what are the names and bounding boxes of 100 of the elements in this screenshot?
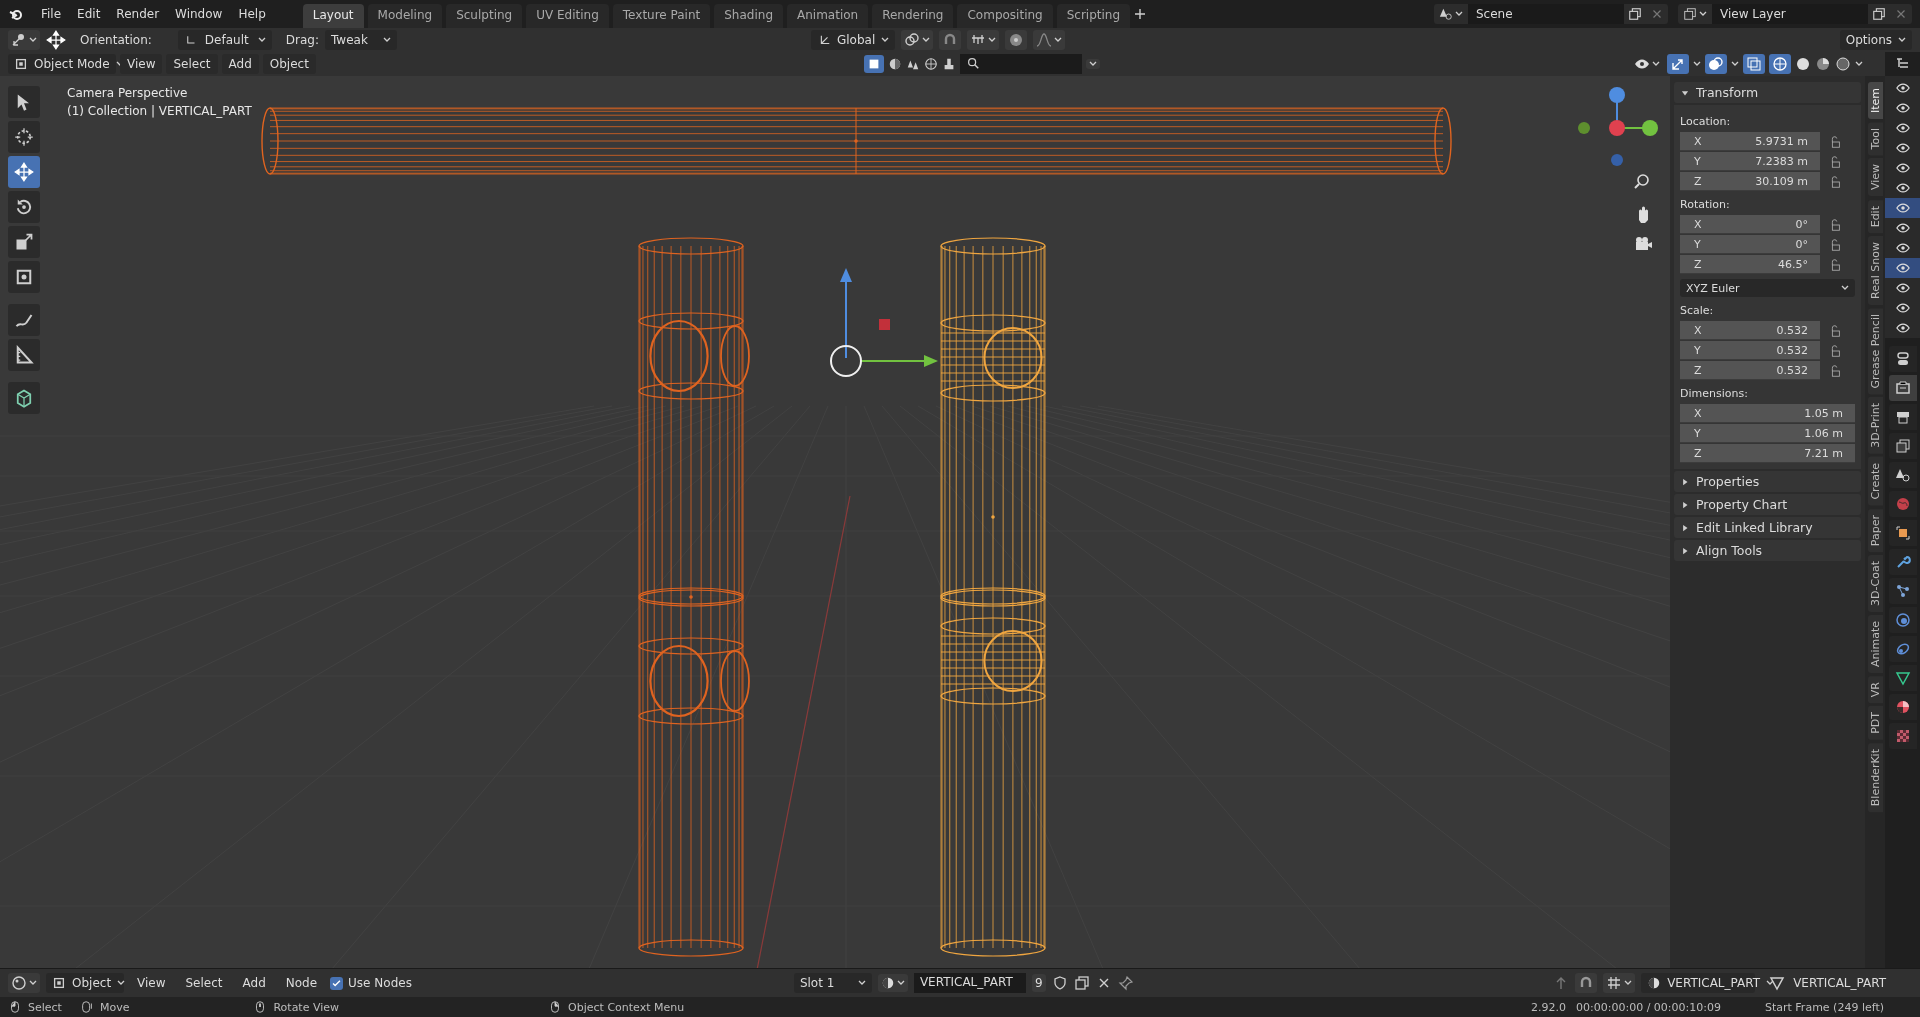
select-mode-button[interactable] (863, 55, 884, 73)
wireframe-shading-button[interactable] (1769, 54, 1791, 74)
workspace-tab[interactable]: UV Editing (526, 4, 609, 28)
workspace-tab[interactable]: Animation (787, 4, 869, 28)
workspace-tab[interactable]: Texture Paint (612, 4, 711, 28)
material-sphere-icon[interactable] (1815, 56, 1831, 72)
drag-dropdown[interactable]: Tweak (325, 30, 397, 50)
pivot-dropdown[interactable] (901, 30, 934, 50)
snap-toggle[interactable] (939, 30, 962, 50)
properties-tab[interactable] (1888, 636, 1917, 662)
transform-orientation-dropdown[interactable]: Global (811, 30, 896, 50)
menu-item[interactable]: File (34, 4, 69, 24)
panel-header[interactable]: Property Chart (1674, 494, 1861, 515)
rendered-sphere-icon[interactable] (1835, 56, 1851, 72)
use-nodes-checkbox[interactable] (330, 976, 344, 990)
material-browse-button[interactable] (877, 974, 908, 992)
menu-item[interactable]: Render (109, 4, 167, 24)
panel-header[interactable]: Properties (1674, 471, 1861, 492)
hand-icon[interactable] (1639, 206, 1648, 223)
tool-button[interactable] (8, 156, 40, 188)
number-field[interactable]: Y 0° (1680, 235, 1820, 254)
tool-button[interactable] (8, 226, 40, 258)
gizmo-toggle[interactable] (1667, 54, 1689, 74)
sidebar-tab[interactable]: 3D-Print (1867, 397, 1883, 454)
tool-button[interactable] (8, 304, 40, 336)
properties-tab[interactable] (1888, 346, 1917, 372)
snap-toggle[interactable] (1575, 973, 1598, 993)
visibility-toggle[interactable] (1885, 258, 1920, 278)
menu-item[interactable]: Edit (70, 4, 108, 24)
sidebar-tab[interactable]: Tool (1867, 122, 1883, 156)
menu-item[interactable]: Help (231, 4, 273, 24)
workspace-tab[interactable]: Sculpting (446, 4, 523, 28)
menu-item[interactable]: Add (221, 54, 259, 74)
workspace-tab[interactable]: Modeling (367, 4, 443, 28)
workspace-tab[interactable]: Rendering (872, 4, 954, 28)
workspace-tab[interactable]: Scripting (1056, 4, 1131, 28)
number-field[interactable]: Y 0.532 (1680, 341, 1820, 360)
solid-sphere-icon[interactable] (1795, 56, 1811, 72)
sidebar-tab[interactable]: BlenderKit (1867, 742, 1883, 812)
number-field[interactable]: X 5.9731 m (1680, 132, 1820, 151)
orientation-dropdown[interactable]: Default (177, 30, 272, 50)
menu-item[interactable]: Select (166, 54, 218, 74)
options-dropdown[interactable]: Options (1839, 30, 1912, 50)
falloff-dropdown[interactable] (1033, 30, 1066, 50)
view-layer-name-field[interactable]: View Layer (1712, 4, 1868, 24)
sidebar-tab[interactable]: Create (1867, 456, 1883, 506)
xray-toggle[interactable] (1743, 54, 1765, 74)
properties-tab[interactable] (1888, 607, 1917, 633)
snap-dropdown[interactable] (1603, 973, 1636, 993)
transform-panel-header[interactable]: Transform (1674, 82, 1861, 103)
menu-item[interactable]: Add (235, 973, 273, 993)
sidebar-tab[interactable]: Paper (1867, 508, 1883, 552)
tool-button[interactable] (8, 191, 40, 223)
zoom-icon[interactable] (1634, 174, 1649, 189)
copy-icon[interactable] (1872, 7, 1886, 21)
menu-item[interactable]: Node (278, 973, 325, 993)
proportional-edit-toggle[interactable] (1005, 30, 1028, 50)
sidebar-tab[interactable]: PDT (1867, 705, 1883, 740)
shield-icon[interactable] (1051, 975, 1068, 991)
move-gizmo-drawing[interactable] (830, 268, 938, 377)
globe-icon[interactable] (923, 57, 938, 71)
properties-tab[interactable] (1888, 549, 1917, 575)
tool-button[interactable] (8, 121, 40, 153)
editor-type-button[interactable] (8, 973, 40, 993)
properties-tab[interactable] (1888, 578, 1917, 604)
sidebar-tab[interactable]: Grease Pencil (1867, 307, 1883, 395)
rotation-mode-dropdown[interactable]: XYZ Euler (1680, 279, 1855, 297)
camera-icon[interactable] (1636, 237, 1652, 250)
menu-item[interactable]: View (130, 973, 173, 993)
panel-header[interactable]: Edit Linked Library (1674, 517, 1861, 538)
number-field[interactable]: Z 30.109 m (1680, 172, 1820, 191)
number-field[interactable]: Z 46.5° (1680, 255, 1820, 274)
user-count-button[interactable]: 9 (1031, 974, 1046, 992)
sidebar-tab[interactable]: VR (1867, 675, 1883, 703)
scene-name-field[interactable]: Scene (1468, 4, 1624, 24)
shader-type-dropdown[interactable]: Object (46, 973, 124, 993)
snap-dropdown[interactable] (967, 30, 1000, 50)
workspace-tab[interactable]: Shading (714, 4, 783, 28)
menu-item[interactable]: Window (168, 4, 230, 24)
properties-tab[interactable] (1888, 462, 1917, 488)
material-name-field[interactable]: VERTICAL_PART (913, 973, 1026, 993)
tool-button[interactable] (8, 261, 40, 293)
number-field[interactable]: Y 1.06 m (1680, 424, 1855, 443)
filter-dropdown[interactable] (1085, 59, 1100, 69)
material-shading-icon[interactable] (887, 57, 902, 71)
workspace-tab[interactable]: Layout (302, 4, 364, 28)
properties-tab[interactable] (1888, 694, 1917, 720)
sidebar-tab[interactable]: 3D-Coat (1867, 554, 1883, 612)
number-field[interactable]: Z 0.532 (1680, 361, 1820, 380)
workspace-tab[interactable]: Compositing (957, 4, 1053, 28)
editor-type-button[interactable] (8, 30, 40, 50)
number-field[interactable]: X 0.532 (1680, 321, 1820, 340)
sidebar-tab[interactable]: Item (1867, 82, 1883, 120)
number-field[interactable]: X 1.05 m (1680, 404, 1855, 423)
properties-tab[interactable] (1888, 375, 1917, 401)
sidebar-tab[interactable]: Edit (1867, 199, 1883, 233)
menu-item[interactable]: View (120, 54, 163, 74)
overlay-toggle[interactable] (1705, 54, 1727, 74)
sidebar-tab[interactable]: View (1867, 158, 1883, 197)
search-field[interactable] (959, 54, 1082, 74)
